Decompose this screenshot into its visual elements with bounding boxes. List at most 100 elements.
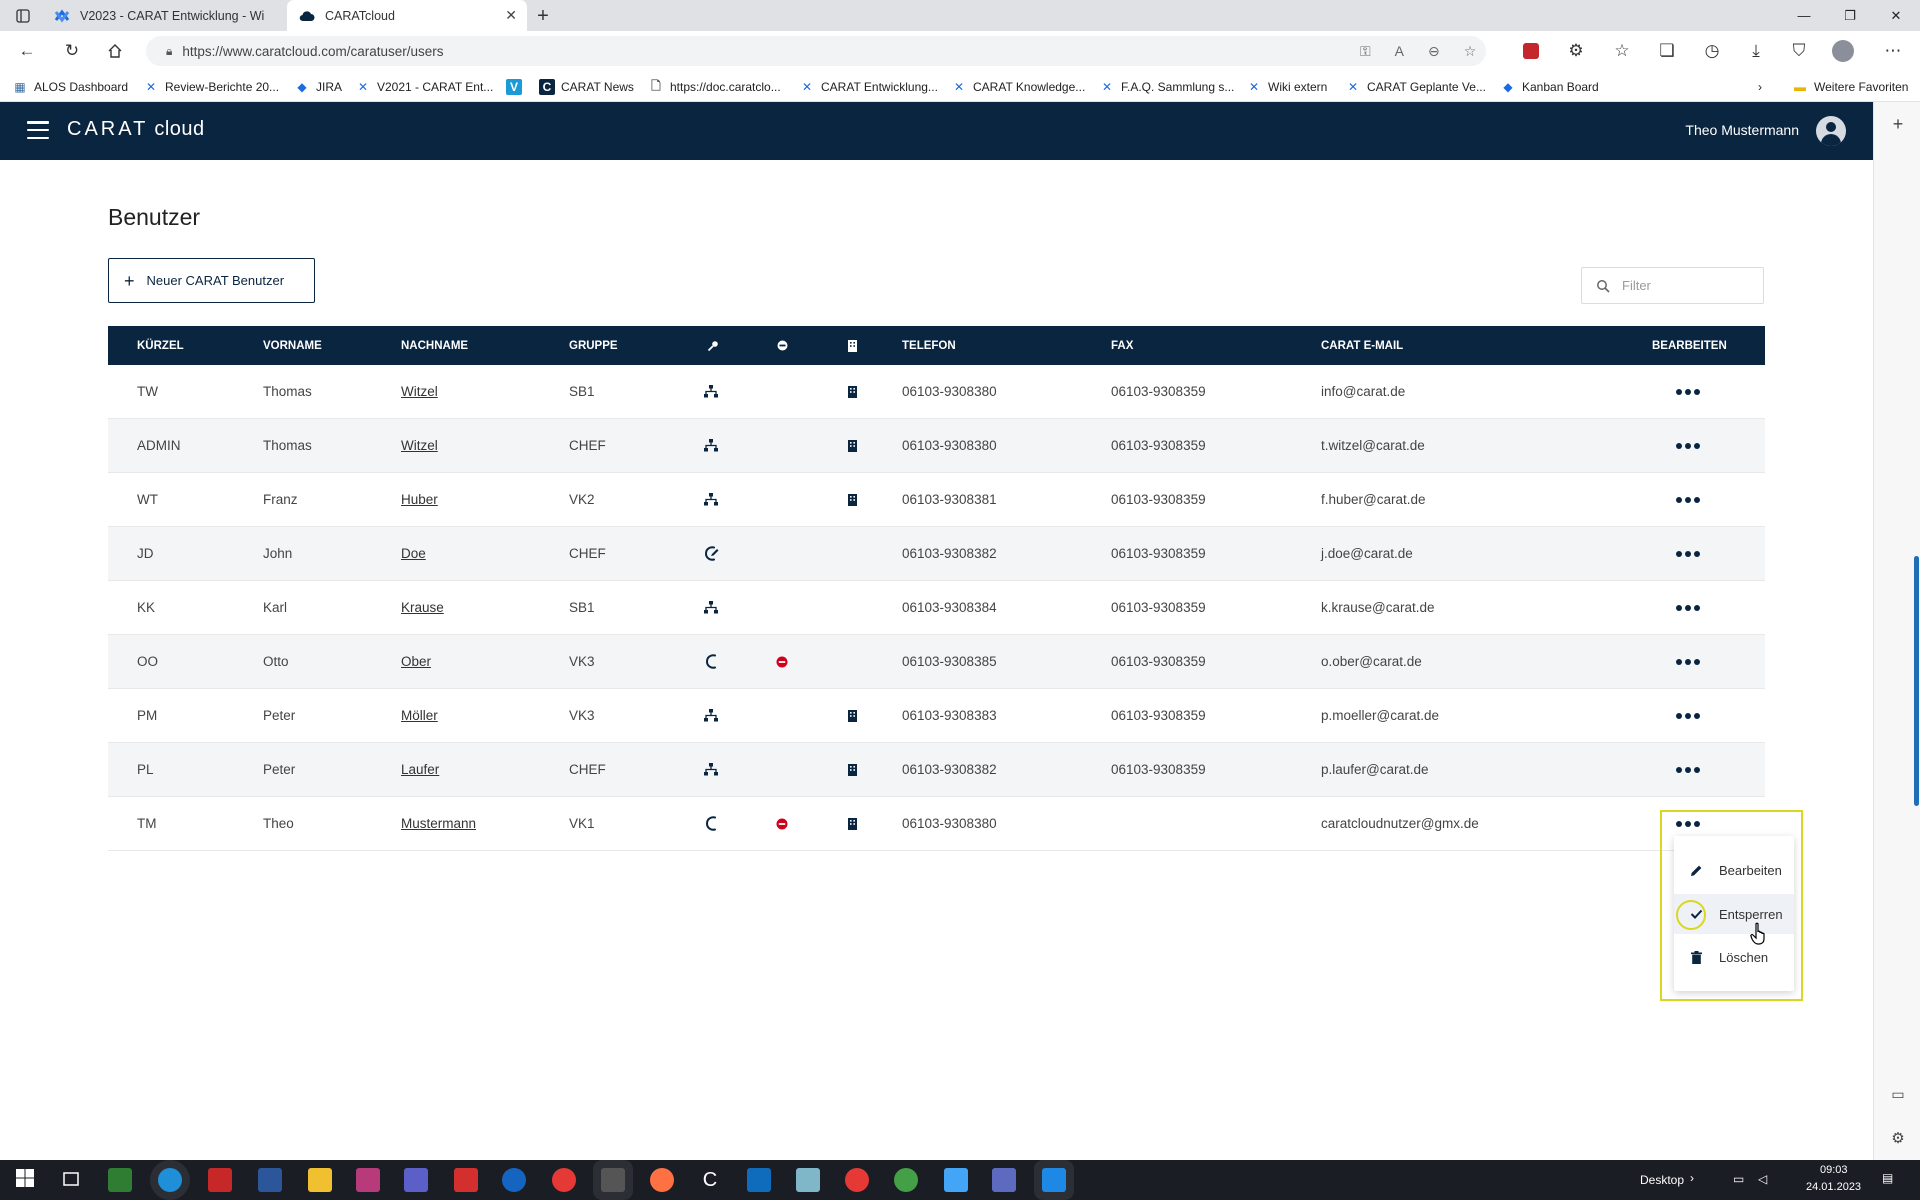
nachname-link[interactable]: Ober bbox=[401, 654, 431, 669]
more-actions-icon[interactable] bbox=[1676, 527, 1700, 580]
more-actions-icon[interactable] bbox=[1676, 635, 1700, 688]
tab-caratcloud[interactable]: CARATcloud ✕ bbox=[287, 0, 527, 31]
sidebar-add-icon[interactable]: + bbox=[1886, 112, 1910, 136]
cell-nachname[interactable]: Laufer bbox=[401, 743, 439, 796]
restore-icon[interactable]: ❐ bbox=[1827, 0, 1873, 31]
table-row[interactable]: WT Franz Huber VK2 06103-9308381 06103-930835… bbox=[108, 473, 1765, 527]
col-role-key-icon[interactable] bbox=[707, 326, 719, 365]
pdf-extension-icon[interactable] bbox=[1518, 38, 1544, 64]
carat-logo[interactable]: CARAT cloud bbox=[67, 118, 205, 141]
app-icon[interactable] bbox=[356, 1168, 380, 1192]
sidebar-layout-icon[interactable]: ▭ bbox=[1886, 1082, 1910, 1106]
user-name[interactable]: Theo Mustermann bbox=[1685, 122, 1799, 138]
app-icon[interactable] bbox=[108, 1168, 132, 1192]
nachname-link[interactable]: Krause bbox=[401, 600, 444, 615]
app-icon[interactable] bbox=[992, 1168, 1016, 1192]
explorer-icon[interactable] bbox=[308, 1168, 332, 1192]
nachname-link[interactable]: Huber bbox=[401, 492, 438, 507]
favorite-item[interactable]: 🗋︎ https://doc.caratclo... bbox=[648, 77, 781, 97]
col-kuerzel[interactable]: KÜRZEL bbox=[137, 326, 184, 365]
scrollbar[interactable] bbox=[1914, 556, 1919, 806]
app-icon[interactable] bbox=[1042, 1168, 1066, 1192]
collections-icon[interactable]: ❏ bbox=[1654, 38, 1680, 64]
new-tab-icon[interactable]: + bbox=[530, 3, 556, 29]
reload-icon[interactable]: ↻ bbox=[59, 38, 85, 64]
col-telefon[interactable]: TELEFON bbox=[902, 326, 956, 365]
more-actions-icon[interactable] bbox=[1676, 473, 1700, 526]
app-icon[interactable] bbox=[894, 1168, 918, 1192]
chevron-right-icon[interactable]: › bbox=[1758, 77, 1762, 97]
address-bar[interactable]: 🔒︎ https://www.caratcloud.com/caratuser/… bbox=[146, 36, 1486, 66]
favorite-item[interactable]: ✕ CARAT Entwicklung... bbox=[799, 77, 938, 97]
task-view-icon[interactable] bbox=[60, 1168, 84, 1192]
desktop-label[interactable]: Desktop bbox=[1640, 1173, 1684, 1187]
col-blocked-icon[interactable] bbox=[777, 326, 788, 365]
windows-start-icon[interactable] bbox=[15, 1168, 39, 1192]
favorite-item[interactable]: C CARAT News bbox=[539, 77, 634, 97]
zoom-icon[interactable]: ⊖ bbox=[1428, 43, 1440, 60]
nachname-link[interactable]: Witzel bbox=[401, 384, 438, 399]
extensions-icon[interactable]: ⚙ bbox=[1563, 38, 1589, 64]
word-icon[interactable] bbox=[258, 1168, 282, 1192]
speaker-icon[interactable]: ◁ bbox=[1758, 1172, 1767, 1186]
read-aloud-icon[interactable]: A bbox=[1395, 43, 1404, 59]
favorite-item[interactable]: V bbox=[506, 77, 528, 97]
nachname-link[interactable]: Witzel bbox=[401, 438, 438, 453]
clock-time[interactable]: 09:03 bbox=[1820, 1164, 1848, 1176]
tab-v2023[interactable]: V2023 - CARAT Entwicklung - Wi bbox=[42, 0, 286, 31]
chrome-icon[interactable] bbox=[552, 1168, 576, 1192]
teams-icon[interactable] bbox=[404, 1168, 428, 1192]
cell-nachname[interactable]: Möller bbox=[401, 689, 438, 742]
favorite-item[interactable]: ✕ Wiki extern bbox=[1246, 77, 1327, 97]
cell-nachname[interactable]: Witzel bbox=[401, 365, 438, 418]
settings-icon[interactable]: ⚙ bbox=[1886, 1126, 1910, 1150]
favorite-item[interactable]: ✕ F.A.Q. Sammlung s... bbox=[1099, 77, 1234, 97]
menu-item-loeschen[interactable]: Löschen bbox=[1674, 937, 1794, 977]
chevron-up-icon[interactable]: › bbox=[1690, 1171, 1694, 1185]
more-actions-icon[interactable] bbox=[1676, 743, 1700, 796]
col-fax[interactable]: FAX bbox=[1111, 326, 1133, 365]
table-row[interactable]: KK Karl Krause SB1 06103-9308384 06103-930835… bbox=[108, 581, 1765, 635]
favorite-star-icon[interactable]: ☆ bbox=[1464, 43, 1477, 60]
table-row[interactable]: PM Peter Möller VK3 06103-9308383 06103-93083… bbox=[108, 689, 1765, 743]
favorite-item[interactable]: ▦ ALOS Dashboard bbox=[12, 77, 128, 97]
nachname-link[interactable]: Möller bbox=[401, 708, 438, 723]
filter-input[interactable] bbox=[1622, 278, 1742, 293]
close-tab-icon[interactable]: ✕ bbox=[505, 7, 517, 24]
favorite-item[interactable]: ◆ JIRA bbox=[294, 77, 342, 97]
clock-date[interactable]: 24.01.2023 bbox=[1806, 1181, 1861, 1193]
cell-nachname[interactable]: Mustermann bbox=[401, 797, 476, 850]
teamviewer-icon[interactable] bbox=[502, 1168, 526, 1192]
close-window-icon[interactable]: ✕ bbox=[1873, 0, 1919, 31]
minimize-icon[interactable]: — bbox=[1781, 0, 1827, 31]
favorite-item[interactable]: ✕ CARAT Knowledge... bbox=[951, 77, 1085, 97]
filter-field[interactable] bbox=[1581, 267, 1764, 304]
app-icon[interactable] bbox=[601, 1168, 625, 1192]
nachname-link[interactable]: Mustermann bbox=[401, 816, 476, 831]
avatar[interactable] bbox=[1816, 116, 1846, 146]
more-actions-icon[interactable] bbox=[1676, 581, 1700, 634]
table-row[interactable]: ADMIN Thomas Witzel CHEF 06103-9308380 06103-… bbox=[108, 419, 1765, 473]
table-row[interactable]: TW Thomas Witzel SB1 06103-9308380 06103-9308… bbox=[108, 365, 1765, 419]
app-icon[interactable] bbox=[845, 1168, 869, 1192]
col-gruppe[interactable]: GRUPPE bbox=[569, 326, 618, 365]
table-row[interactable]: PL Peter Laufer CHEF 06103-9308382 06103-9308… bbox=[108, 743, 1765, 797]
favorite-item[interactable]: ✕ Review-Berichte 20... bbox=[143, 77, 279, 97]
col-building-icon[interactable] bbox=[848, 326, 857, 365]
col-nachname[interactable]: NACHNAME bbox=[401, 326, 468, 365]
cell-nachname[interactable]: Huber bbox=[401, 473, 438, 526]
downloads-icon[interactable]: ⤓ bbox=[1743, 38, 1769, 64]
more-actions-icon[interactable] bbox=[1676, 689, 1700, 742]
pdf-app-icon[interactable] bbox=[208, 1168, 232, 1192]
carat-app-icon[interactable]: C bbox=[698, 1168, 722, 1192]
app-icon[interactable] bbox=[796, 1168, 820, 1192]
new-user-button[interactable]: + Neuer CARAT Benutzer bbox=[108, 258, 315, 303]
network-icon[interactable]: ▭ bbox=[1733, 1172, 1744, 1186]
tab-actions-icon[interactable] bbox=[10, 3, 36, 29]
table-row[interactable]: JD John Doe CHEF 06103-9308382 06103-9308359 j… bbox=[108, 527, 1765, 581]
home-icon[interactable] bbox=[102, 38, 128, 64]
table-row[interactable]: OO Otto Ober VK3 06103-9308385 06103-9308359 o… bbox=[108, 635, 1765, 689]
favorite-item[interactable]: ✕ V2021 - CARAT Ent... bbox=[355, 77, 493, 97]
acrobat-icon[interactable] bbox=[454, 1168, 478, 1192]
more-actions-icon[interactable] bbox=[1676, 419, 1700, 472]
